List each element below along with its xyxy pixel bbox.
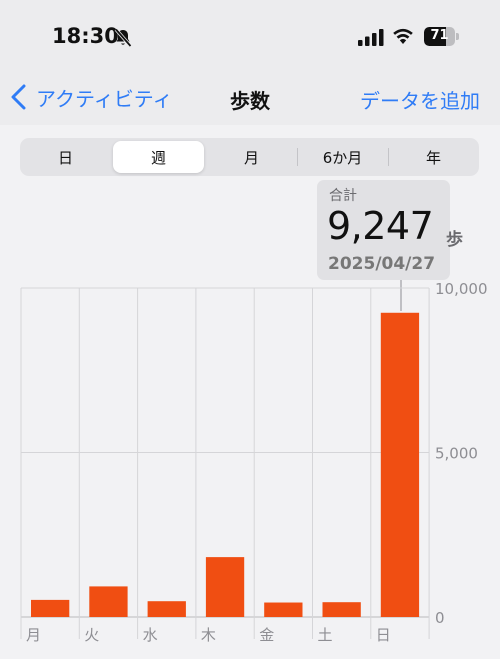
segment-6-months[interactable]: 6か月	[297, 138, 388, 176]
total-steps-value: 9,247	[327, 204, 434, 248]
add-data-button[interactable]: データを追加	[360, 85, 480, 114]
bar-2	[147, 601, 186, 617]
segment-label: 6か月	[322, 148, 363, 167]
chevron-left-icon	[11, 84, 26, 110]
wifi-icon	[393, 28, 413, 44]
selected-day-callout: 合計 9,247 歩 2025/04/27	[317, 180, 463, 280]
total-label: 合計	[329, 188, 357, 204]
x-tick-label: 日	[376, 626, 391, 644]
bar-4	[264, 602, 303, 617]
segment-month[interactable]: 月	[206, 138, 297, 176]
back-button[interactable]: アクティビティ	[10, 84, 173, 111]
segment-day[interactable]: 日	[20, 138, 111, 176]
cellular-signal-icon	[358, 29, 384, 46]
x-tick-label: 木	[201, 626, 216, 644]
segment-year[interactable]: 年	[388, 138, 479, 176]
y-tick-label: 5,000	[435, 445, 478, 463]
segment-label: 日	[57, 148, 73, 167]
y-tick-label: 0	[435, 609, 445, 627]
bell-slash-icon	[114, 28, 132, 48]
x-tick-label: 水	[143, 626, 158, 644]
segment-week[interactable]: 週	[113, 141, 204, 173]
x-tick-label: 火	[84, 626, 99, 644]
bar-0	[31, 599, 70, 617]
segment-label: 週	[150, 148, 166, 167]
back-button-label: アクティビティ	[36, 86, 173, 111]
selected-date: 2025/04/27	[328, 254, 436, 274]
bar-5	[322, 602, 361, 617]
x-tick-label: 月	[26, 626, 41, 644]
x-tick-label: 土	[318, 626, 333, 644]
bar-3	[205, 557, 245, 617]
battery-cap	[456, 33, 459, 40]
bar-1	[89, 586, 128, 617]
status-bar: 18:30 71	[0, 0, 500, 72]
steps-unit: 歩	[446, 230, 463, 250]
segment-divider	[388, 148, 389, 166]
bar-6	[380, 312, 420, 617]
battery-body: 71	[424, 27, 455, 46]
battery-level: 71	[430, 28, 449, 43]
chart-canvas: 月 火 水 木 金 土 日 10,000 5,000 0	[20, 280, 488, 644]
x-tick-label: 金	[259, 626, 274, 644]
segment-divider	[297, 148, 298, 166]
time-range-segmented-control: 日 週 月 6か月 年	[20, 138, 479, 176]
y-tick-label: 10,000	[435, 280, 488, 298]
status-time: 18:30	[52, 24, 119, 48]
battery-icon: 71	[424, 27, 460, 46]
segment-label: 月	[243, 148, 259, 167]
steps-bar-chart[interactable]: 月 火 水 木 金 土 日 10,000 5,000 0	[0, 280, 500, 650]
segment-label: 年	[425, 148, 441, 167]
